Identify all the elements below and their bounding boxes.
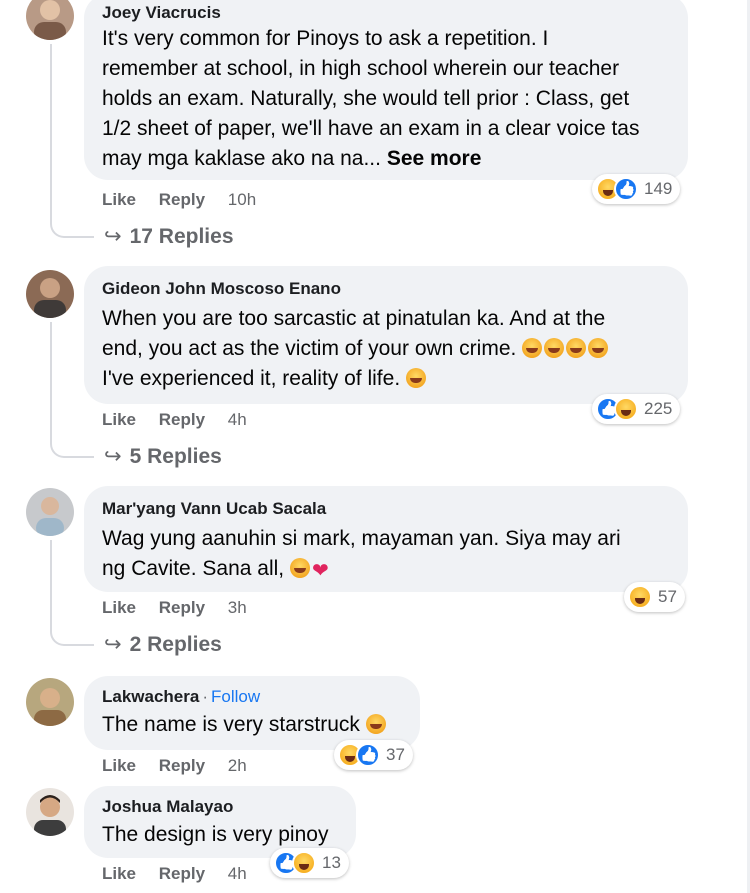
comment-text: It's very common for Pinoys to ask a rep… bbox=[102, 27, 640, 170]
comment-text: Wag yung aanuhin si mark, mayaman yan. S… bbox=[102, 524, 670, 586]
rofl-emoji-icon bbox=[566, 338, 587, 358]
author-name[interactable]: Lakwachera bbox=[102, 687, 199, 706]
comment-actions: Like Reply 2h bbox=[102, 756, 265, 776]
reaction-count: 225 bbox=[644, 399, 673, 418]
comment-bubble: Mar'yang Vann Ucab Sacala Wag yung aanuh… bbox=[84, 486, 688, 592]
rofl-emoji-icon bbox=[588, 338, 609, 358]
like-button[interactable]: Like bbox=[102, 864, 136, 884]
like-button[interactable]: Like bbox=[102, 190, 136, 210]
comment-actions: Like Reply 4h bbox=[102, 864, 265, 884]
comment-text: The name is very starstruck bbox=[102, 710, 402, 740]
like-reaction-icon bbox=[614, 177, 638, 201]
reaction-count: 149 bbox=[644, 179, 673, 198]
joy-emoji-icon bbox=[406, 368, 426, 388]
reply-button[interactable]: Reply bbox=[159, 756, 205, 776]
see-more-link[interactable]: See more bbox=[387, 147, 482, 170]
reply-arrow-icon: ↪ bbox=[104, 225, 122, 248]
timestamp[interactable]: 4h bbox=[228, 410, 247, 430]
reply-arrow-icon: ↪ bbox=[104, 445, 122, 468]
grin-sweat-emoji-icon bbox=[365, 714, 386, 734]
comment-bubble: Gideon John Moscoso Enano When you are t… bbox=[84, 266, 688, 404]
comment-actions: Like Reply 3h bbox=[102, 598, 265, 618]
avatar[interactable] bbox=[26, 0, 74, 40]
thread-connector bbox=[50, 322, 94, 458]
comment-author[interactable]: Gideon John Moscoso Enano bbox=[102, 278, 670, 300]
comment-text: When you are too sarcastic at pinatulan … bbox=[102, 304, 670, 394]
heart-emoji-icon: ❤ bbox=[311, 560, 329, 582]
comment-actions: Like Reply 4h bbox=[102, 410, 265, 430]
reaction-summary[interactable]: 57 bbox=[624, 582, 685, 612]
like-button[interactable]: Like bbox=[102, 410, 136, 430]
reaction-summary[interactable]: 13 bbox=[270, 848, 349, 878]
comment-author[interactable]: Mar'yang Vann Ucab Sacala bbox=[102, 498, 670, 520]
comment-author[interactable]: Joshua Malayao bbox=[102, 796, 338, 818]
reaction-count: 37 bbox=[386, 745, 405, 764]
grin-sweat-emoji-icon bbox=[522, 338, 543, 358]
view-replies-link[interactable]: ↪ 17 Replies bbox=[104, 224, 234, 249]
avatar[interactable] bbox=[26, 788, 74, 836]
reaction-summary[interactable]: 149 bbox=[592, 174, 681, 204]
avatar[interactable] bbox=[26, 270, 74, 318]
thread-connector bbox=[50, 44, 94, 238]
thread-connector bbox=[50, 540, 94, 646]
view-replies-link[interactable]: ↪ 5 Replies bbox=[104, 444, 222, 469]
reaction-summary[interactable]: 37 bbox=[334, 740, 413, 770]
reply-button[interactable]: Reply bbox=[159, 598, 205, 618]
reaction-count: 57 bbox=[658, 587, 677, 606]
haha-reaction-icon bbox=[628, 585, 652, 609]
haha-reaction-icon bbox=[614, 397, 638, 421]
view-replies-link[interactable]: ↪ 2 Replies bbox=[104, 632, 222, 657]
comment-author[interactable]: Joey Viacrucis bbox=[102, 2, 670, 24]
reply-button[interactable]: Reply bbox=[159, 410, 205, 430]
comment-bubble: Lakwachera · Follow The name is very stars… bbox=[84, 676, 420, 750]
reply-button[interactable]: Reply bbox=[159, 864, 205, 884]
like-button[interactable]: Like bbox=[102, 756, 136, 776]
timestamp[interactable]: 2h bbox=[228, 756, 247, 776]
reply-arrow-icon: ↪ bbox=[104, 633, 122, 656]
follow-link[interactable]: Follow bbox=[211, 687, 260, 706]
reaction-summary[interactable]: 225 bbox=[592, 394, 681, 424]
like-button[interactable]: Like bbox=[102, 598, 136, 618]
rofl-emoji-icon bbox=[289, 558, 310, 578]
reply-button[interactable]: Reply bbox=[159, 190, 205, 210]
like-reaction-icon bbox=[356, 743, 380, 767]
reaction-count: 13 bbox=[322, 853, 341, 872]
avatar[interactable] bbox=[26, 678, 74, 726]
timestamp[interactable]: 10h bbox=[228, 190, 256, 210]
avatar[interactable] bbox=[26, 488, 74, 536]
grin-sweat-emoji-icon bbox=[544, 338, 565, 358]
timestamp[interactable]: 4h bbox=[228, 864, 247, 884]
comment-text: The design is very pinoy bbox=[102, 823, 329, 846]
comment-bubble: Joey Viacrucis It's very common for Pino… bbox=[84, 0, 688, 180]
comment-author: Lakwachera · Follow bbox=[102, 687, 261, 706]
haha-reaction-icon bbox=[292, 851, 316, 875]
comment-actions: Like Reply 10h bbox=[102, 190, 274, 210]
timestamp[interactable]: 3h bbox=[228, 598, 247, 618]
